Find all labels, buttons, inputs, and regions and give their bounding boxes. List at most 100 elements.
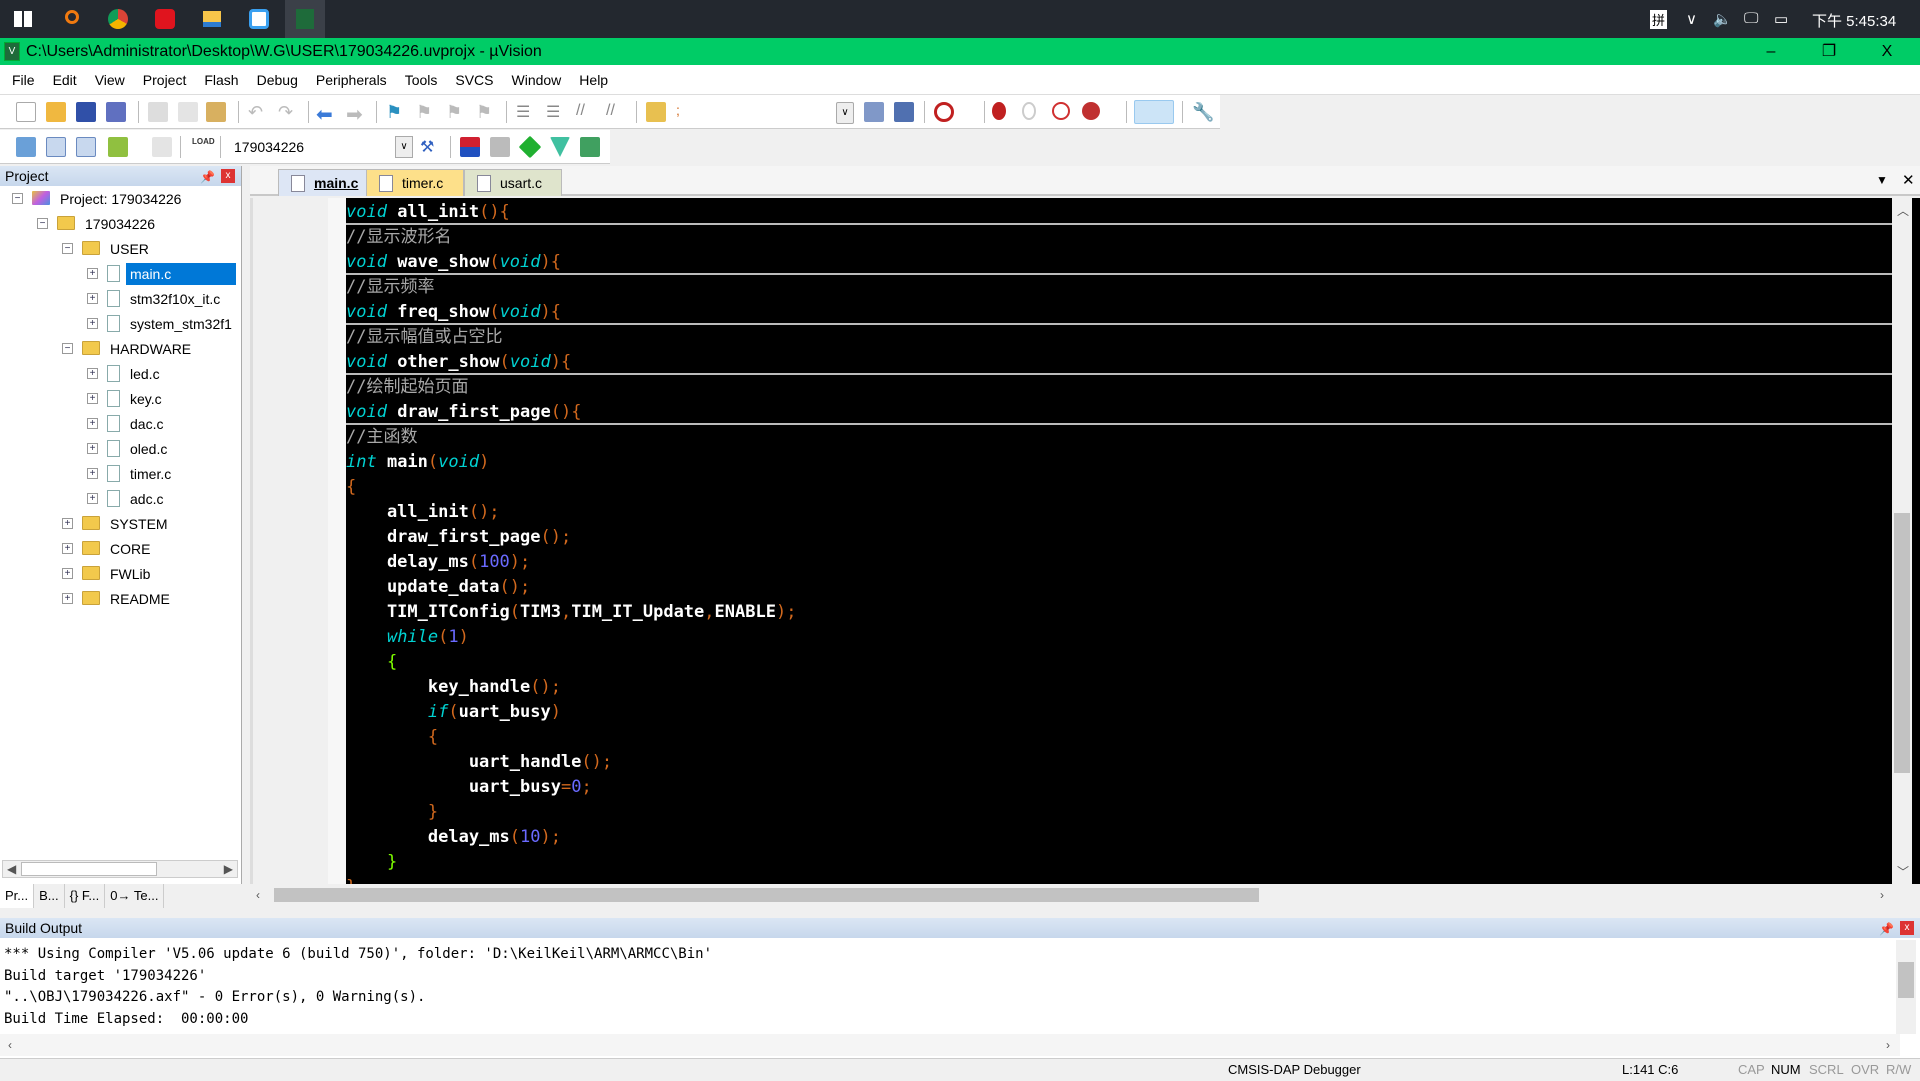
chrome-icon[interactable] xyxy=(103,4,133,34)
rebuild-icon[interactable] xyxy=(76,137,96,157)
ime-indicator[interactable]: 拼 xyxy=(1650,10,1668,29)
configure-icon[interactable]: 🔧 xyxy=(1192,102,1214,122)
insert-breakpoint-icon[interactable] xyxy=(992,102,1006,120)
menu-help[interactable]: Help xyxy=(570,65,617,95)
keil-uvision-taskbar-icon[interactable] xyxy=(285,0,325,38)
uncomment-icon[interactable]: // xyxy=(606,102,626,122)
tab-project[interactable]: Pr... xyxy=(0,884,35,908)
battery-icon[interactable]: ▭ xyxy=(1774,10,1788,28)
build-horizontal-scrollbar[interactable]: ‹ › xyxy=(0,1034,1900,1056)
tab-books[interactable]: B... xyxy=(34,884,65,908)
tree-node[interactable]: − 179034226 xyxy=(0,213,240,235)
minimize-button[interactable]: – xyxy=(1748,38,1794,65)
file-extensions-icon[interactable] xyxy=(460,137,480,157)
scroll-thumb[interactable] xyxy=(1894,513,1910,773)
menu-view[interactable]: View xyxy=(86,65,134,95)
menu-file[interactable]: File xyxy=(0,65,44,95)
unindent-icon[interactable]: ☰ xyxy=(546,102,566,122)
tree-node[interactable]: + key.c xyxy=(0,388,240,410)
expand-icon[interactable]: + xyxy=(62,518,73,529)
indent-icon[interactable]: ☰ xyxy=(516,102,536,122)
code-line[interactable]: 144− { xyxy=(346,725,1892,750)
tab-templates[interactable]: 0→ Te... xyxy=(105,884,165,908)
editor-vertical-scrollbar[interactable]: ︿ ﹀ xyxy=(1892,198,1912,884)
menu-svcs[interactable]: SVCS xyxy=(446,65,502,95)
code-line[interactable]: 136 draw_first_page(); xyxy=(346,525,1892,550)
expand-icon[interactable]: + xyxy=(87,493,98,504)
baidu-netdisk-icon[interactable] xyxy=(244,4,274,34)
build-icon[interactable] xyxy=(46,137,66,157)
pack-installer-icon[interactable] xyxy=(550,137,570,157)
code-line[interactable]: 148 delay_ms(10); xyxy=(346,825,1892,850)
incremental-find-icon[interactable] xyxy=(864,102,884,122)
chevron-down-icon[interactable]: ∨ xyxy=(395,136,413,158)
tab-functions[interactable]: {} F... xyxy=(65,884,106,908)
expand-icon[interactable]: + xyxy=(87,443,98,454)
tree-node[interactable]: − USER xyxy=(0,238,240,260)
kill-all-breakpoints-icon[interactable] xyxy=(1082,102,1100,120)
expand-icon[interactable]: + xyxy=(62,568,73,579)
tree-node[interactable]: + stm32f10x_it.c xyxy=(0,288,240,310)
open-folder-icon[interactable] xyxy=(46,102,66,122)
find-in-files-icon[interactable] xyxy=(646,102,666,122)
pin-icon[interactable]: 📌 xyxy=(200,167,215,187)
windows-start-icon[interactable] xyxy=(8,4,38,34)
bookmark-icon[interactable]: ⚑ xyxy=(386,102,406,122)
tab-usart-c[interactable]: usart.c xyxy=(464,169,562,196)
prev-bookmark-icon[interactable]: ⚑ xyxy=(416,102,436,122)
menu-window[interactable]: Window xyxy=(503,65,571,95)
undo-icon[interactable]: ↶ xyxy=(248,102,268,122)
code-line[interactable]: 150} xyxy=(346,875,1892,884)
code-line[interactable]: 142 key_handle(); xyxy=(346,675,1892,700)
tab-list-dropdown-icon[interactable]: ▼ xyxy=(1876,173,1888,187)
code-line[interactable]: 147 } xyxy=(346,800,1892,825)
find-dropdown-button[interactable]: ∨ xyxy=(836,102,854,124)
close-panel-icon[interactable]: x xyxy=(1900,921,1914,935)
project-horizontal-scrollbar[interactable]: ◀ ▶ xyxy=(2,860,238,878)
menu-edit[interactable]: Edit xyxy=(44,65,86,95)
code-line[interactable]: 85+void other_show(void){ xyxy=(346,350,1892,375)
tree-node[interactable]: − HARDWARE xyxy=(0,338,240,360)
download-load-button[interactable]: LOAD xyxy=(192,137,215,157)
collapse-icon[interactable]: − xyxy=(12,193,23,204)
save-icon[interactable] xyxy=(76,102,96,122)
tree-node[interactable]: + system_stm32f1 xyxy=(0,313,240,335)
comment-icon[interactable]: // xyxy=(576,102,596,122)
tree-node[interactable]: + dac.c xyxy=(0,413,240,435)
tree-node[interactable]: + README xyxy=(0,588,240,610)
volume-icon[interactable]: 🔈 xyxy=(1713,10,1732,28)
expand-icon[interactable]: + xyxy=(62,593,73,604)
tree-node[interactable]: + adc.c xyxy=(0,488,240,510)
restore-button[interactable]: ❐ xyxy=(1806,38,1852,65)
code-line[interactable]: 139 TIM_ITConfig(TIM3,TIM_IT_Update,ENAB… xyxy=(346,600,1892,625)
clock[interactable]: 下午 5:45:34 xyxy=(1812,10,1896,31)
expand-icon[interactable]: + xyxy=(87,268,98,279)
network-icon[interactable]: 🖵 xyxy=(1744,10,1758,27)
tree-node[interactable]: + oled.c xyxy=(0,438,240,460)
close-tab-icon[interactable]: ✕ xyxy=(1902,171,1915,189)
close-panel-icon[interactable]: x xyxy=(221,169,235,183)
code-area[interactable]: 31+void all_init(){44//显示波形名45+void wave… xyxy=(346,200,1892,884)
code-line[interactable]: 140 while(1) xyxy=(346,625,1892,650)
menu-project[interactable]: Project xyxy=(134,65,196,95)
expand-icon[interactable]: + xyxy=(87,468,98,479)
expand-icon[interactable]: + xyxy=(87,318,98,329)
code-line[interactable]: 31+void all_init(){ xyxy=(346,200,1892,225)
tree-node[interactable]: + FWLib xyxy=(0,563,240,585)
file-explorer-icon[interactable] xyxy=(197,4,227,34)
enable-breakpoint-icon[interactable] xyxy=(1022,102,1036,120)
editor-horizontal-scrollbar[interactable]: ‹ › xyxy=(250,884,1892,906)
code-line[interactable]: 79//显示频率 xyxy=(346,275,1892,300)
navigate-forward-icon[interactable]: ➡ xyxy=(346,102,366,126)
manage-components-icon[interactable] xyxy=(490,137,510,157)
stop-build-icon[interactable] xyxy=(152,137,172,157)
copy-icon[interactable] xyxy=(178,102,198,122)
code-line[interactable]: 149 } xyxy=(346,850,1892,875)
new-file-icon[interactable] xyxy=(16,102,36,122)
pin-icon[interactable]: 📌 xyxy=(1879,919,1894,939)
build-output-text[interactable]: *** Using Compiler 'V5.06 update 6 (buil… xyxy=(4,944,712,1030)
code-line[interactable]: 133int main(void) xyxy=(346,450,1892,475)
chevron-up-icon[interactable]: ∨ xyxy=(1686,10,1697,28)
save-all-icon[interactable] xyxy=(106,102,126,122)
expand-icon[interactable]: + xyxy=(87,393,98,404)
